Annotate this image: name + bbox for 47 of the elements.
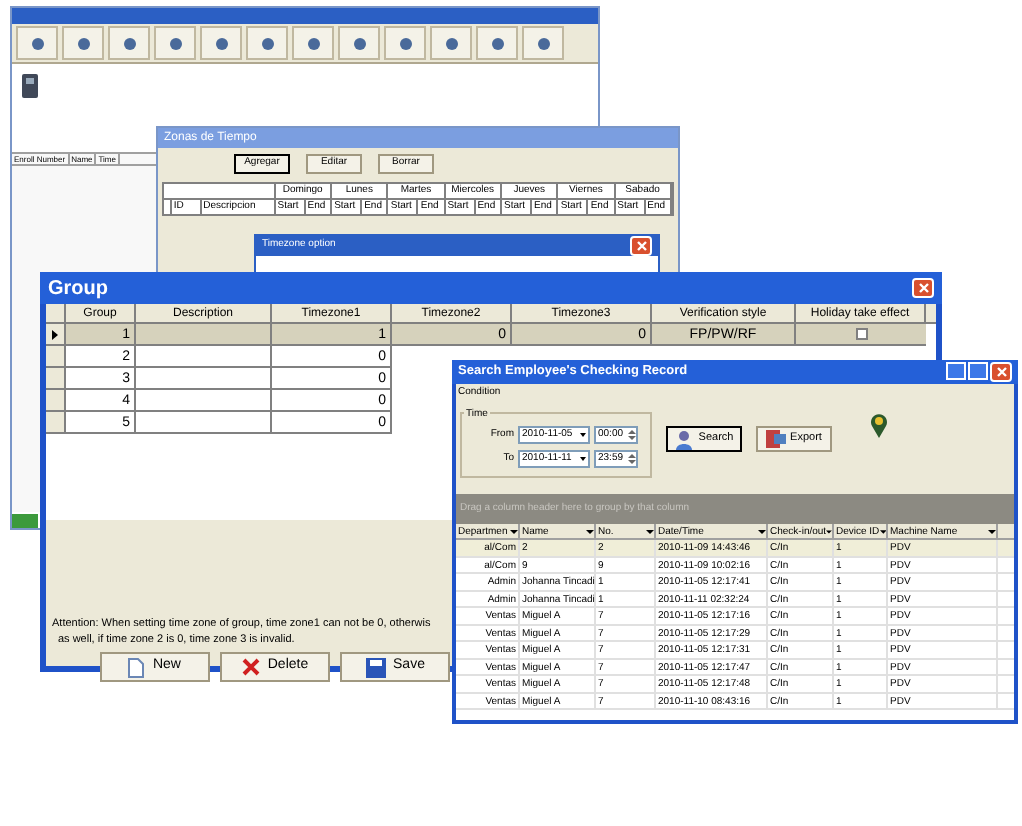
- minimize-button[interactable]: [946, 362, 966, 380]
- maximize-button[interactable]: [968, 362, 988, 380]
- checkbox[interactable]: [855, 328, 867, 340]
- tool-icon: [443, 35, 459, 51]
- close-icon: [635, 240, 647, 252]
- row-pointer-icon: [52, 329, 58, 339]
- tool-icon: [259, 35, 275, 51]
- export-icon: [766, 430, 787, 448]
- toolbar-button[interactable]: [476, 26, 518, 60]
- close-icon: [917, 282, 929, 294]
- close-button[interactable]: [912, 278, 934, 298]
- tool-icon: [305, 35, 321, 51]
- toolbar-button[interactable]: [292, 26, 334, 60]
- toolbar-button[interactable]: [108, 26, 150, 60]
- tool-icon: [121, 35, 137, 51]
- window-title: Group: [48, 275, 108, 303]
- tool-icon: [213, 35, 229, 51]
- location-pin-icon: [870, 412, 888, 438]
- tool-icon: [29, 35, 45, 51]
- close-button[interactable]: [630, 236, 652, 256]
- close-icon: [995, 366, 1007, 378]
- tool-icon: [489, 35, 505, 51]
- person-search-icon: [674, 429, 695, 449]
- status-indicator: [12, 514, 38, 528]
- toolbar-button[interactable]: [154, 26, 196, 60]
- delete-icon: [241, 658, 260, 676]
- document-icon: [128, 657, 145, 677]
- toolbar-button[interactable]: [16, 26, 58, 60]
- tool-icon: [75, 35, 91, 51]
- tool-icon: [167, 35, 183, 51]
- toolbar-button[interactable]: [246, 26, 288, 60]
- tool-icon: [535, 35, 551, 51]
- tool-icon: [397, 35, 413, 51]
- device-icon: [22, 74, 38, 98]
- toolbar-button[interactable]: [522, 26, 564, 60]
- spinner-icon: [628, 452, 636, 466]
- tool-icon: [351, 35, 367, 51]
- spinner-icon: [628, 428, 636, 442]
- save-icon: [365, 657, 386, 677]
- dropdown-icon: [879, 527, 886, 535]
- close-button[interactable]: [990, 362, 1012, 382]
- toolbar-button[interactable]: [384, 26, 426, 60]
- dropdown-icon: [826, 527, 832, 535]
- toolbar-button[interactable]: [430, 26, 472, 60]
- toolbar-button[interactable]: [338, 26, 380, 60]
- toolbar-button[interactable]: [200, 26, 242, 60]
- toolbar-button[interactable]: [62, 26, 104, 60]
